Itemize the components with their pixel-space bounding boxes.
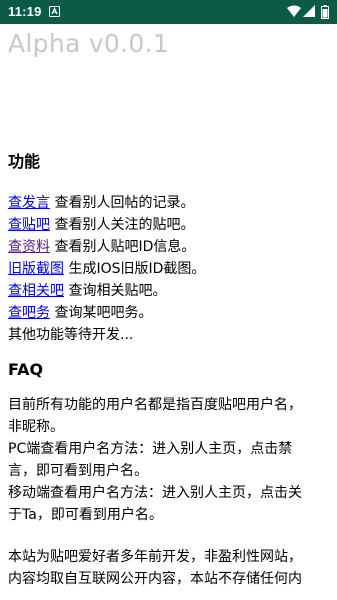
feature-desc: 查询相关贴吧。 bbox=[64, 283, 167, 299]
faq-text: PC端查看用户名方法：进入别人主页，点击禁 bbox=[8, 441, 293, 457]
feature-item: 查吧务 查询某吧吧务。 bbox=[8, 302, 330, 324]
feature-desc: 查询某吧吧务。 bbox=[50, 305, 153, 321]
faq-text: 言，即可看到用户名。 bbox=[8, 463, 148, 479]
signal-icon bbox=[303, 5, 315, 17]
a-notification-icon bbox=[49, 6, 60, 17]
faq-text: 移动端查看用户名方法：进入别人主页，点击关 bbox=[8, 485, 302, 501]
faq-text: 目前所有功能的用户名都是指百度贴吧用户名， bbox=[8, 397, 302, 413]
feature-item: 查资料 查看别人贴吧ID信息。 bbox=[8, 236, 330, 258]
features-heading: 功能 bbox=[8, 152, 41, 171]
faq-text: 内容均取自互联网公开内容，本站不存储任何内 bbox=[8, 571, 302, 587]
link-old-screenshot[interactable]: 旧版截图 bbox=[8, 261, 64, 277]
wifi-icon bbox=[287, 5, 301, 17]
feature-item: 查贴吧 查看别人关注的贴吧。 bbox=[8, 214, 330, 236]
link-related-forums[interactable]: 查相关吧 bbox=[8, 283, 64, 299]
features-more-text: 其他功能等待开发... bbox=[8, 327, 134, 343]
feature-desc: 查看别人回帖的记录。 bbox=[50, 195, 195, 211]
app-title: Alpha v0.0.1 bbox=[8, 29, 170, 58]
feature-item: 旧版截图 生成IOS旧版ID截图。 bbox=[8, 258, 330, 280]
faq-heading: FAQ bbox=[8, 360, 44, 379]
faq-text: 本站为贴吧爱好者多年前开发，非盈利性网站， bbox=[8, 549, 302, 565]
faq-text: 非昵称。 bbox=[8, 419, 64, 435]
feature-item: 查相关吧 查询相关贴吧。 bbox=[8, 280, 330, 302]
feature-desc: 查看别人关注的贴吧。 bbox=[50, 217, 195, 233]
status-bar: 11:19 bbox=[0, 0, 337, 24]
status-time: 11:19 bbox=[8, 4, 42, 19]
faq-text: 于Ta，即可看到用户名。 bbox=[8, 507, 163, 523]
link-query-forums[interactable]: 查贴吧 bbox=[8, 217, 50, 233]
link-query-admins[interactable]: 查吧务 bbox=[8, 305, 50, 321]
feature-desc: 生成IOS旧版ID截图。 bbox=[64, 261, 206, 277]
main-content: 功能 查发言 查看别人回帖的记录。 查贴吧 查看别人关注的贴吧。 查资料 查看别… bbox=[8, 150, 330, 590]
link-query-profile[interactable]: 查资料 bbox=[8, 239, 50, 255]
feature-desc: 查看别人贴吧ID信息。 bbox=[50, 239, 196, 255]
battery-icon bbox=[321, 5, 329, 19]
feature-item: 查发言 查看别人回帖的记录。 bbox=[8, 192, 330, 214]
link-query-posts[interactable]: 查发言 bbox=[8, 195, 50, 211]
